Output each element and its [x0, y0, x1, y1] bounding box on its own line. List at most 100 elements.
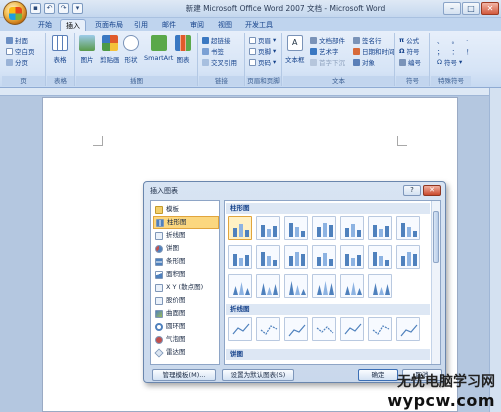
cone-chart-thumbnail[interactable] — [228, 274, 252, 298]
bookmark-button[interactable]: 书签 — [202, 46, 224, 56]
line-chart-thumbnail[interactable] — [256, 317, 280, 341]
line-thumbnail-icon — [400, 324, 418, 337]
signature-line-button[interactable]: 签名行 — [353, 35, 382, 45]
quick-parts-button[interactable]: 文档部件 — [310, 35, 345, 45]
special-punctuation-row2[interactable]: ； ： ！ — [437, 46, 476, 56]
dialog-close-button[interactable]: ✕ — [423, 185, 441, 196]
cone-chart-thumbnail[interactable] — [340, 274, 364, 298]
column-chart-thumbnail[interactable] — [396, 245, 420, 269]
category-scatter[interactable]: X Y (散点图) — [153, 281, 219, 294]
line-chart-thumbnail[interactable] — [284, 317, 308, 341]
column-chart-thumbnail[interactable] — [312, 216, 336, 240]
column-chart-thumbnail[interactable] — [256, 216, 280, 240]
numbering-button[interactable]: 编号 — [399, 57, 421, 67]
insert-chart-dialog: 插入图表 ? ✕ 模板 柱形图 折线图 饼图 条形图 面积图 X Y (散点图)… — [143, 181, 446, 383]
cross-reference-button[interactable]: 交叉引用 — [202, 57, 237, 67]
picture-button[interactable]: 图片 — [79, 35, 95, 64]
header-button[interactable]: 页眉 ▾ — [249, 35, 276, 45]
category-surface[interactable]: 曲面图 — [153, 307, 219, 320]
category-area[interactable]: 面积图 — [153, 268, 219, 281]
tab-home[interactable]: 开始 — [34, 19, 56, 31]
symbol-button[interactable]: Ω 符号 — [399, 46, 420, 56]
header-footer-group: 页眉 ▾ 页脚 ▾ 页码 ▾ 页眉和页脚 — [246, 33, 282, 86]
category-templates[interactable]: 模板 — [153, 203, 219, 216]
cone-chart-thumbnail[interactable] — [256, 274, 280, 298]
maximize-button[interactable]: □ — [462, 2, 480, 15]
table-button[interactable]: 表格 — [52, 35, 68, 64]
cover-page-button[interactable]: 封面 — [6, 35, 28, 45]
gallery-scroll-thumb[interactable] — [433, 211, 439, 263]
tab-insert[interactable]: 插入 — [60, 19, 86, 31]
minimize-button[interactable]: – — [443, 2, 461, 15]
tab-references[interactable]: 引用 — [130, 19, 152, 31]
hyperlink-button[interactable]: 超链接 — [202, 35, 231, 45]
category-doughnut[interactable]: 圆环图 — [153, 320, 219, 333]
page-number-button[interactable]: 页码 ▾ — [249, 57, 276, 67]
vertical-scrollbar[interactable] — [489, 88, 501, 412]
textbox-button[interactable]: A 文本框 — [285, 35, 305, 64]
undo-icon[interactable]: ↶ — [44, 3, 55, 14]
category-stock[interactable]: 股价图 — [153, 294, 219, 307]
special-punctuation-row1[interactable]: 、 。 · — [437, 35, 471, 45]
column-chart-thumbnail[interactable] — [256, 245, 280, 269]
chart-button[interactable]: 图表 — [175, 35, 191, 64]
gallery-scrollbar[interactable] — [431, 201, 440, 364]
footer-button[interactable]: 页脚 ▾ — [249, 46, 276, 56]
tab-review[interactable]: 审阅 — [186, 19, 208, 31]
help-button[interactable]: ? — [403, 185, 421, 196]
cone-chart-thumbnail[interactable] — [368, 274, 392, 298]
shapes-button[interactable]: 形状 — [123, 35, 139, 64]
column-chart-thumbnail[interactable] — [368, 216, 392, 240]
redo-icon[interactable]: ↷ — [58, 3, 69, 14]
drop-cap-button[interactable]: 首字下沉 — [310, 57, 345, 67]
line-chart-thumbnail[interactable] — [312, 317, 336, 341]
column-chart-thumbnail[interactable] — [284, 245, 308, 269]
category-bar[interactable]: 条形图 — [153, 255, 219, 268]
tab-page-layout[interactable]: 页面布局 — [92, 19, 126, 31]
line-chart-thumbnail[interactable] — [228, 317, 252, 341]
category-pie[interactable]: 饼图 — [153, 242, 219, 255]
smartart-button[interactable]: SmartArt — [144, 35, 173, 62]
scatter-chart-icon — [155, 283, 163, 292]
column-chart-thumbnail[interactable] — [228, 245, 252, 269]
column-chart-thumbnail[interactable] — [228, 216, 252, 240]
cone-chart-thumbnail[interactable] — [312, 274, 336, 298]
cone-thumbnail-icon — [289, 281, 306, 295]
save-icon[interactable]: ▪ — [30, 3, 41, 14]
object-button[interactable]: 对象 — [353, 57, 375, 67]
column-chart-thumbnail[interactable] — [368, 245, 392, 269]
cone-chart-thumbnail[interactable] — [284, 274, 308, 298]
omega-icon: Ω — [399, 47, 405, 55]
date-time-button[interactable]: 日期和时间 — [353, 46, 395, 56]
column-chart-thumbnail[interactable] — [340, 245, 364, 269]
category-column[interactable]: 柱形图 — [153, 216, 219, 229]
line-thumbnail-icon — [288, 324, 306, 337]
line-chart-thumbnail[interactable] — [396, 317, 420, 341]
equation-button[interactable]: π 公式 — [399, 35, 419, 45]
line-chart-thumbnail[interactable] — [368, 317, 392, 341]
special-symbol-button[interactable]: Ω 符号 ▾ — [437, 57, 462, 67]
tab-view[interactable]: 视图 — [214, 19, 236, 31]
page-break-button[interactable]: 分页 — [6, 57, 28, 67]
set-default-chart-button[interactable]: 设置为默认图表(S) — [222, 369, 294, 381]
column-chart-thumbnail[interactable] — [312, 245, 336, 269]
column-thumbnail-icon — [317, 223, 333, 237]
category-radar[interactable]: 雷达图 — [153, 346, 219, 359]
tab-mailings[interactable]: 邮件 — [158, 19, 180, 31]
column-chart-thumbnail[interactable] — [284, 216, 308, 240]
textbox-icon: A — [286, 35, 303, 51]
customize-icon[interactable]: ▾ — [72, 3, 83, 14]
blank-page-button[interactable]: 空白页 — [6, 46, 35, 56]
tab-developer[interactable]: 开发工具 — [242, 19, 276, 31]
wordart-button[interactable]: 艺术字 — [310, 46, 339, 56]
category-line[interactable]: 折线图 — [153, 229, 219, 242]
column-chart-thumbnail[interactable] — [396, 216, 420, 240]
clipart-button[interactable]: 剪贴画 — [100, 35, 120, 64]
column-thumbnail-icon — [289, 223, 305, 237]
line-chart-thumbnail[interactable] — [340, 317, 364, 341]
close-button[interactable]: ✕ — [481, 2, 499, 15]
category-bubble[interactable]: 气泡图 — [153, 333, 219, 346]
office-button[interactable] — [3, 1, 27, 25]
manage-templates-button[interactable]: 管理模板(M)... — [152, 369, 216, 381]
column-chart-thumbnail[interactable] — [340, 216, 364, 240]
